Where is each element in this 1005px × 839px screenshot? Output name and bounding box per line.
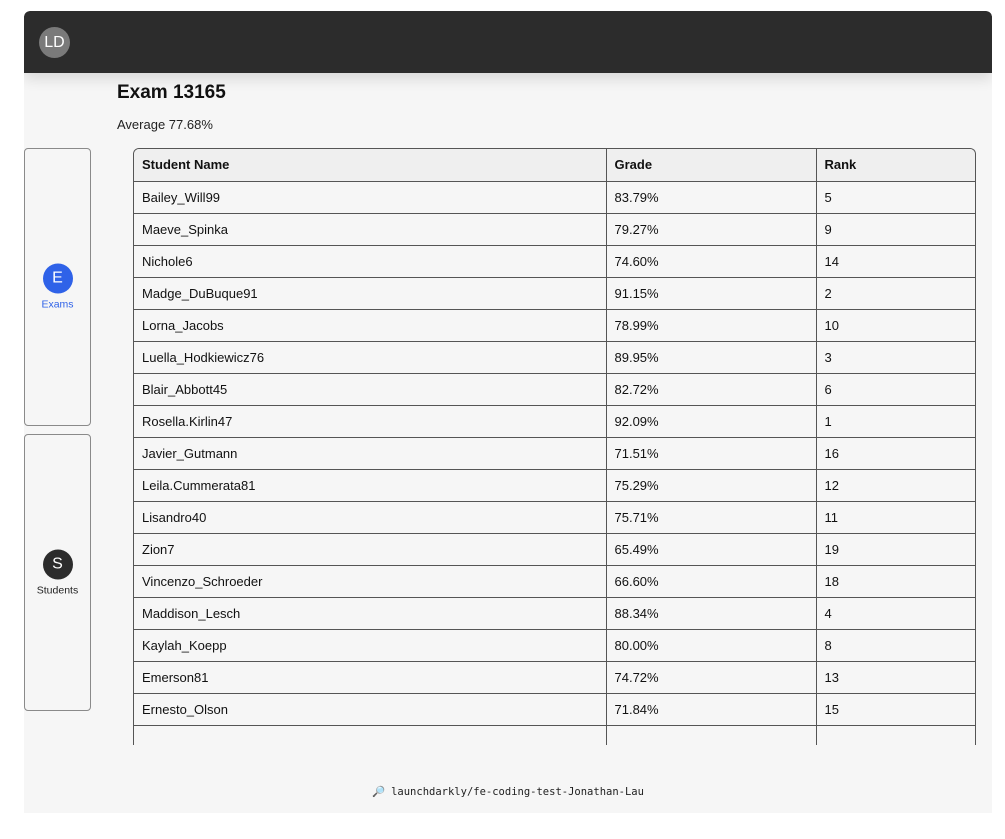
rank-cell: 19 bbox=[816, 533, 975, 566]
student-name-cell: Maeve_Spinka bbox=[134, 213, 607, 246]
user-avatar[interactable]: LD bbox=[39, 27, 70, 58]
grade-cell: 65.49% bbox=[606, 533, 817, 566]
magnifier-icon: 🔎 bbox=[372, 786, 386, 798]
grade-cell: 92.09% bbox=[606, 405, 817, 438]
table-row[interactable]: Vincenzo_Schroeder 66.60% 18 bbox=[134, 565, 975, 598]
rank-cell: 11 bbox=[816, 501, 975, 534]
rank-cell: 10 bbox=[816, 309, 975, 342]
rank-cell: 14 bbox=[816, 245, 975, 278]
student-name-cell: Emerson81 bbox=[134, 661, 607, 694]
rank-cell: 18 bbox=[816, 565, 975, 598]
rank-cell: 15 bbox=[816, 693, 975, 726]
column-header-rank[interactable]: Rank bbox=[816, 149, 975, 182]
app-window: LD Exam 13165 Average 77.68% E Exams S S… bbox=[24, 11, 992, 813]
column-header-grade[interactable]: Grade bbox=[606, 149, 817, 182]
nav-exams-label: Exams bbox=[41, 298, 74, 311]
table-row[interactable]: Maddison_Lesch 88.34% 4 bbox=[134, 597, 975, 630]
rank-cell: 13 bbox=[816, 661, 975, 694]
student-name-cell: Vincenzo_Schroeder bbox=[134, 565, 607, 598]
table-row[interactable] bbox=[134, 725, 975, 745]
nav-students[interactable]: S Students bbox=[24, 434, 91, 711]
grades-table-container[interactable]: Student Name Grade Rank Bailey_Will99 83.… bbox=[133, 148, 976, 745]
rank-cell bbox=[816, 725, 975, 745]
student-name-cell: Luella_Hodkiewicz76 bbox=[134, 341, 607, 374]
rank-cell: 4 bbox=[816, 597, 975, 630]
table-row[interactable]: Luella_Hodkiewicz76 89.95% 3 bbox=[134, 341, 975, 374]
student-name-cell: Lorna_Jacobs bbox=[134, 309, 607, 342]
student-name-cell: Lisandro40 bbox=[134, 501, 607, 534]
table-row[interactable]: Madge_DuBuque91 91.15% 2 bbox=[134, 277, 975, 310]
grade-cell: 88.34% bbox=[606, 597, 817, 630]
rank-cell: 16 bbox=[816, 437, 975, 470]
table-row[interactable]: Lisandro40 75.71% 11 bbox=[134, 501, 975, 534]
table-row[interactable]: Bailey_Will99 83.79% 5 bbox=[134, 181, 975, 214]
grade-cell: 75.71% bbox=[606, 501, 817, 534]
grade-cell: 74.60% bbox=[606, 245, 817, 278]
nav-students-label: Students bbox=[36, 584, 79, 596]
student-name-cell: Ernesto_Olson bbox=[134, 693, 607, 726]
table-header-row: Student Name Grade Rank bbox=[134, 149, 975, 182]
nav-exams[interactable]: E Exams bbox=[24, 148, 91, 426]
student-name-cell: Madge_DuBuque91 bbox=[134, 277, 607, 310]
rank-cell: 12 bbox=[816, 469, 975, 502]
student-name-cell: Maddison_Lesch bbox=[134, 597, 607, 630]
page-title: Exam 13165 bbox=[117, 82, 226, 103]
table-body: Bailey_Will99 83.79% 5 Maeve_Spinka 79.27% 9 N… bbox=[134, 181, 975, 745]
exam-average: Average 77.68% bbox=[117, 117, 213, 132]
grade-cell: 83.79% bbox=[606, 181, 817, 214]
student-name-cell bbox=[134, 725, 607, 745]
grade-cell: 74.72% bbox=[606, 661, 817, 694]
grade-cell bbox=[606, 725, 817, 745]
rank-cell: 1 bbox=[816, 405, 975, 438]
exams-icon: E bbox=[42, 263, 73, 294]
table-row[interactable]: Zion7 65.49% 19 bbox=[134, 533, 975, 566]
table-row[interactable]: Blair_Abbott45 82.72% 6 bbox=[134, 373, 975, 406]
table-row[interactable]: Javier_Gutmann 71.51% 16 bbox=[134, 437, 975, 470]
grade-cell: 71.84% bbox=[606, 693, 817, 726]
student-name-cell: Zion7 bbox=[134, 533, 607, 566]
student-name-cell: Bailey_Will99 bbox=[134, 181, 607, 214]
grade-cell: 80.00% bbox=[606, 629, 817, 662]
student-name-cell: Kaylah_Koepp bbox=[134, 629, 607, 662]
rank-cell: 8 bbox=[816, 629, 975, 662]
rank-cell: 9 bbox=[816, 213, 975, 246]
column-header-student-name[interactable]: Student Name bbox=[134, 149, 607, 182]
students-icon: S bbox=[42, 549, 73, 579]
student-name-cell: Blair_Abbott45 bbox=[134, 373, 607, 406]
grades-table: Student Name Grade Rank Bailey_Will99 83.… bbox=[134, 149, 975, 745]
student-name-cell: Rosella.Kirlin47 bbox=[134, 405, 607, 438]
student-name-cell: Javier_Gutmann bbox=[134, 437, 607, 470]
table-row[interactable]: Nichole6 74.60% 14 bbox=[134, 245, 975, 278]
table-row[interactable]: Maeve_Spinka 79.27% 9 bbox=[134, 213, 975, 246]
grade-cell: 71.51% bbox=[606, 437, 817, 470]
footer-repo-text: launchdarkly/fe-coding-test-Jonathan-Lau bbox=[391, 786, 644, 798]
rank-cell: 3 bbox=[816, 341, 975, 374]
table-row[interactable]: Lorna_Jacobs 78.99% 10 bbox=[134, 309, 975, 342]
grade-cell: 79.27% bbox=[606, 213, 817, 246]
table-row[interactable]: Emerson81 74.72% 13 bbox=[134, 661, 975, 694]
rank-cell: 6 bbox=[816, 373, 975, 406]
grade-cell: 66.60% bbox=[606, 565, 817, 598]
student-name-cell: Leila.Cummerata81 bbox=[134, 469, 607, 502]
top-bar: LD bbox=[24, 11, 992, 73]
table-row[interactable]: Leila.Cummerata81 75.29% 12 bbox=[134, 469, 975, 502]
footer: 🔎 launchdarkly/fe-coding-test-Jonathan-La… bbox=[24, 785, 992, 798]
table-row[interactable]: Ernesto_Olson 71.84% 15 bbox=[134, 693, 975, 726]
rank-cell: 2 bbox=[816, 277, 975, 310]
grade-cell: 82.72% bbox=[606, 373, 817, 406]
grade-cell: 75.29% bbox=[606, 469, 817, 502]
student-name-cell: Nichole6 bbox=[134, 245, 607, 278]
table-row[interactable]: Kaylah_Koepp 80.00% 8 bbox=[134, 629, 975, 662]
grade-cell: 78.99% bbox=[606, 309, 817, 342]
grade-cell: 89.95% bbox=[606, 341, 817, 374]
table-row[interactable]: Rosella.Kirlin47 92.09% 1 bbox=[134, 405, 975, 438]
rank-cell: 5 bbox=[816, 181, 975, 214]
grade-cell: 91.15% bbox=[606, 277, 817, 310]
